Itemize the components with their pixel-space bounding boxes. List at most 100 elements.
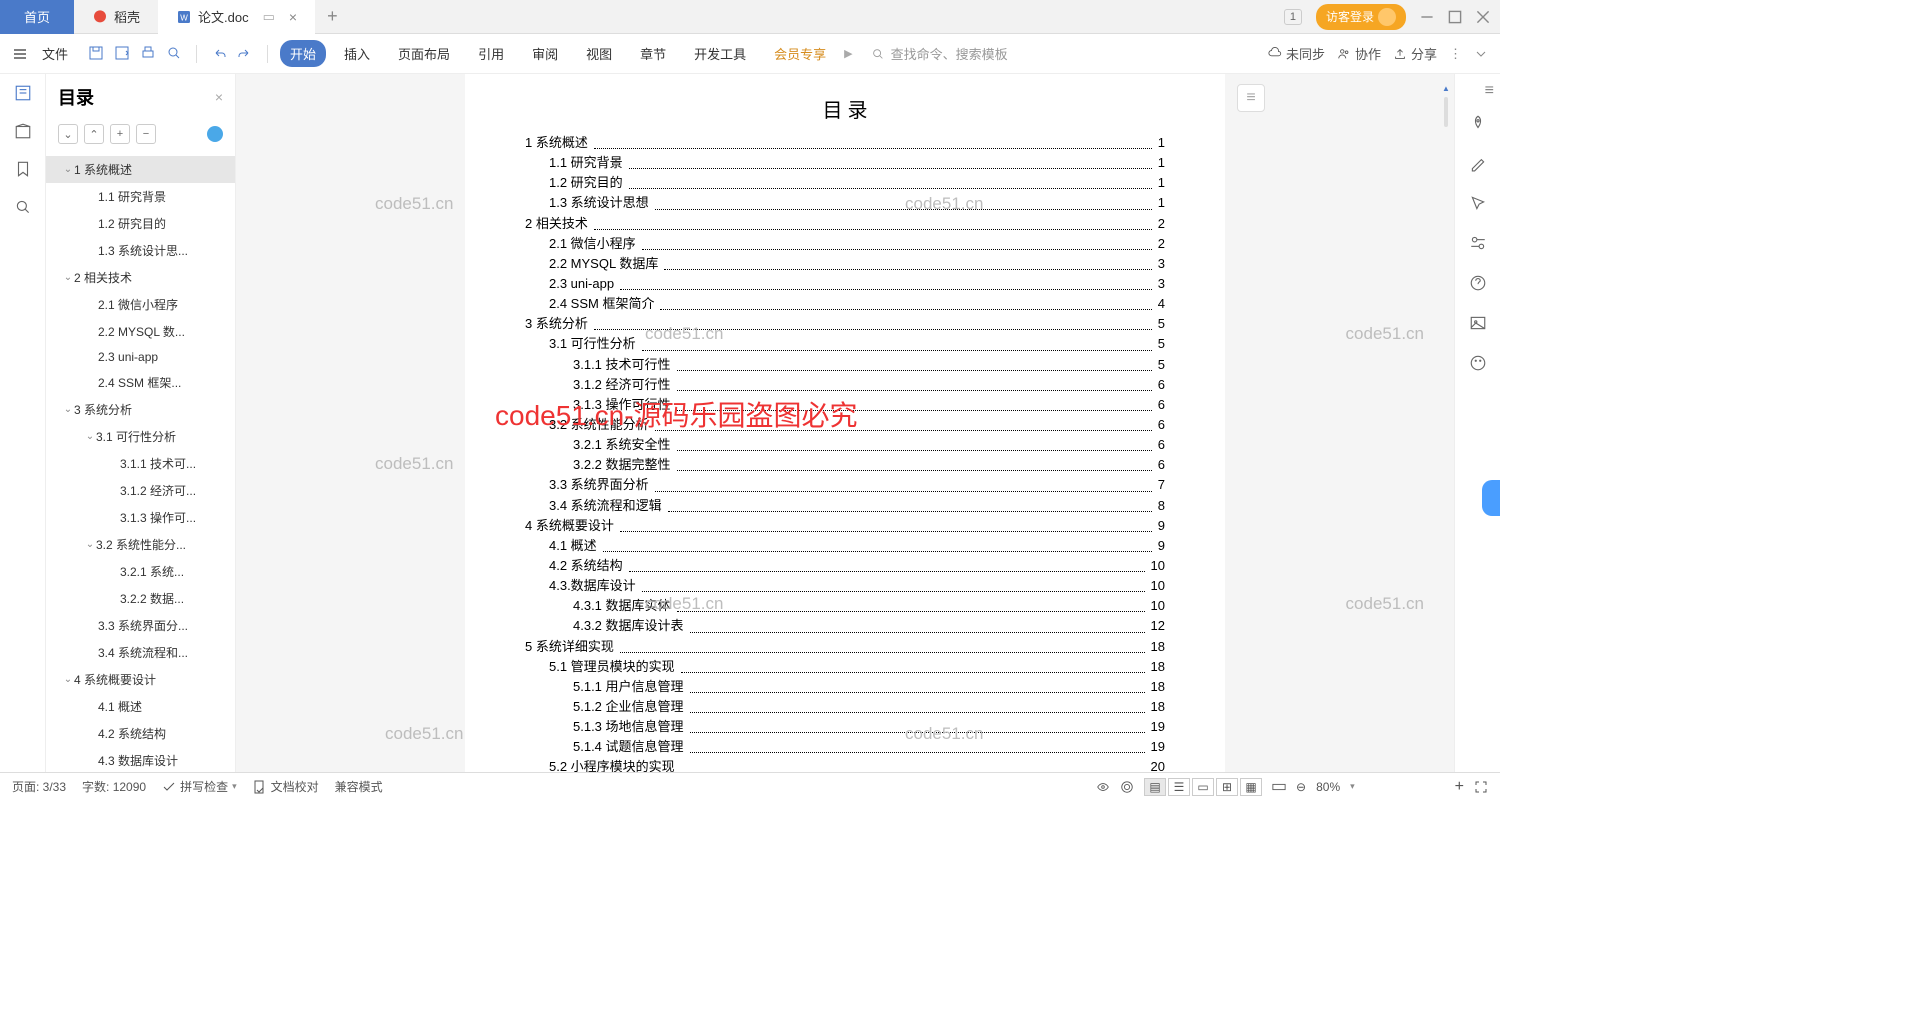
box-rail-icon[interactable] (14, 122, 32, 140)
ribbon-tab-references[interactable]: 引用 (468, 40, 514, 67)
split-icon[interactable]: ▭ (263, 9, 275, 25)
outline-item[interactable]: ⌄2 相关技术 (46, 264, 235, 291)
demote-button[interactable]: − (136, 124, 156, 144)
ribbon-tab-devtools[interactable]: 开发工具 (684, 40, 756, 67)
rail-menu-icon[interactable]: ≡ (1485, 82, 1494, 100)
collab-button[interactable]: 协作 (1337, 44, 1381, 63)
outline-item[interactable]: ⌄1 系统概述 (46, 156, 235, 183)
search-rail-icon[interactable] (14, 198, 32, 216)
view-read-icon[interactable]: ▭ (1192, 778, 1214, 796)
save-as-icon[interactable] (114, 45, 130, 61)
page-indicator[interactable]: 页面: 3/33 (12, 778, 66, 795)
compat-mode[interactable]: 兼容模式 (335, 778, 383, 795)
ribbon-tab-start[interactable]: 开始 (280, 40, 326, 67)
settings-icon[interactable] (1469, 234, 1487, 252)
view-page-icon[interactable]: ▤ (1144, 778, 1166, 796)
ribbon-tab-layout[interactable]: 页面布局 (388, 40, 460, 67)
outline-item[interactable]: 1.2 研究目的 (46, 210, 235, 237)
help-icon[interactable] (1469, 274, 1487, 292)
print-icon[interactable] (140, 45, 156, 61)
cursor-icon[interactable] (1469, 194, 1487, 212)
scroll-indicator[interactable]: ▲ (1442, 84, 1450, 127)
spellcheck-button[interactable]: 拼写检查 ▾ (162, 778, 237, 795)
outline-item[interactable]: 3.1.1 技术可... (46, 450, 235, 477)
view-outline-icon[interactable]: ☰ (1168, 778, 1190, 796)
word-count[interactable]: 字数: 12090 (82, 778, 146, 795)
proofread-button[interactable]: 文档校对 (253, 778, 319, 795)
rocket-icon[interactable] (1469, 114, 1487, 132)
eye-icon[interactable] (1096, 780, 1110, 794)
outline-item[interactable]: 4.1 概述 (46, 693, 235, 720)
preview-icon[interactable] (166, 45, 182, 61)
outline-item[interactable]: ⌄3.2 系统性能分... (46, 531, 235, 558)
outline-item[interactable]: 2.3 uni-app (46, 345, 235, 369)
outline-item[interactable]: 4.2 系统结构 (46, 720, 235, 747)
bookmark-rail-icon[interactable] (14, 160, 32, 178)
sync-button[interactable]: 未同步 (1268, 44, 1325, 63)
close-tab-icon[interactable]: × (289, 9, 297, 25)
outline-settings-icon[interactable] (207, 126, 223, 142)
zoom-level[interactable]: 80% (1316, 780, 1340, 794)
side-tab[interactable] (1482, 480, 1500, 516)
outline-item[interactable]: ⌄4 系统概要设计 (46, 666, 235, 693)
scroll-up-icon[interactable]: ▲ (1442, 84, 1450, 93)
file-menu[interactable]: 文件 (36, 44, 74, 63)
collapse-ribbon-icon[interactable] (1474, 47, 1488, 61)
promote-button[interactable]: + (110, 124, 130, 144)
pen-icon[interactable] (1469, 154, 1487, 172)
image-icon[interactable] (1469, 314, 1487, 332)
fullscreen-icon[interactable] (1474, 780, 1488, 794)
outline-close-icon[interactable]: × (215, 89, 223, 105)
ruler-icon[interactable] (1272, 780, 1286, 794)
maximize-icon[interactable] (1448, 10, 1462, 24)
tab-document[interactable]: W 论文.doc ▭ × (158, 0, 315, 34)
page-float-button[interactable]: ≡ (1237, 84, 1265, 112)
undo-icon[interactable] (211, 45, 227, 61)
zoom-out-button[interactable]: ⊖ (1296, 780, 1306, 794)
collapse-all-button[interactable]: ⌄ (58, 124, 78, 144)
tab-shell[interactable]: 稻壳 (74, 0, 158, 34)
login-button[interactable]: 访客登录 (1316, 4, 1406, 30)
outline-item[interactable]: 3.1.3 操作可... (46, 504, 235, 531)
more-tabs-icon[interactable]: ▶ (844, 47, 852, 60)
outline-item[interactable]: ⌄3 系统分析 (46, 396, 235, 423)
palette-icon[interactable] (1469, 354, 1487, 372)
redo-icon[interactable] (237, 45, 253, 61)
outline-item[interactable]: 3.4 系统流程和... (46, 639, 235, 666)
ribbon-tab-chapter[interactable]: 章节 (630, 40, 676, 67)
outline-list[interactable]: ⌄1 系统概述1.1 研究背景1.2 研究目的1.3 系统设计思...⌄2 相关… (46, 148, 235, 772)
share-button[interactable]: 分享 (1393, 44, 1437, 63)
outline-item[interactable]: 3.1.2 经济可... (46, 477, 235, 504)
zoom-in-button[interactable]: + (1455, 778, 1464, 796)
outline-item[interactable]: 3.2.1 系统... (46, 558, 235, 585)
ribbon-tab-vip[interactable]: 会员专享 (764, 40, 836, 67)
search-box[interactable]: 查找命令、搜索模板 (871, 44, 1008, 63)
tab-home[interactable]: 首页 (0, 0, 74, 34)
window-count-badge[interactable]: 1 (1284, 9, 1302, 25)
ribbon-tab-review[interactable]: 审阅 (522, 40, 568, 67)
outline-item[interactable]: 2.4 SSM 框架... (46, 369, 235, 396)
outline-item[interactable]: 1.3 系统设计思... (46, 237, 235, 264)
outline-item[interactable]: 4.3 数据库设计 (46, 747, 235, 772)
save-icon[interactable] (88, 45, 104, 61)
outline-item[interactable]: 2.2 MYSQL 数... (46, 318, 235, 345)
outline-item[interactable]: ⌄3.1 可行性分析 (46, 423, 235, 450)
outline-item[interactable]: 1.1 研究背景 (46, 183, 235, 210)
new-tab-button[interactable]: + (315, 6, 350, 27)
minimize-icon[interactable] (1420, 10, 1434, 24)
focus-icon[interactable] (1120, 780, 1134, 794)
expand-all-button[interactable]: ⌃ (84, 124, 104, 144)
menu-icon[interactable] (12, 46, 28, 62)
close-window-icon[interactable] (1476, 10, 1490, 24)
scroll-thumb[interactable] (1444, 97, 1448, 127)
view-web-icon[interactable]: ⊞ (1216, 778, 1238, 796)
outline-item[interactable]: 3.3 系统界面分... (46, 612, 235, 639)
ribbon-tab-view[interactable]: 视图 (576, 40, 622, 67)
outline-item[interactable]: 3.2.2 数据... (46, 585, 235, 612)
ribbon-tab-insert[interactable]: 插入 (334, 40, 380, 67)
view-draft-icon[interactable]: ▦ (1240, 778, 1262, 796)
more-menu-icon[interactable]: ⋮ (1449, 46, 1462, 62)
document-canvas[interactable]: 目 录 1 系统概述11.1 研究背景11.2 研究目的11.3 系统设计思想1… (236, 74, 1454, 772)
outline-item[interactable]: 2.1 微信小程序 (46, 291, 235, 318)
outline-rail-icon[interactable] (14, 84, 32, 102)
